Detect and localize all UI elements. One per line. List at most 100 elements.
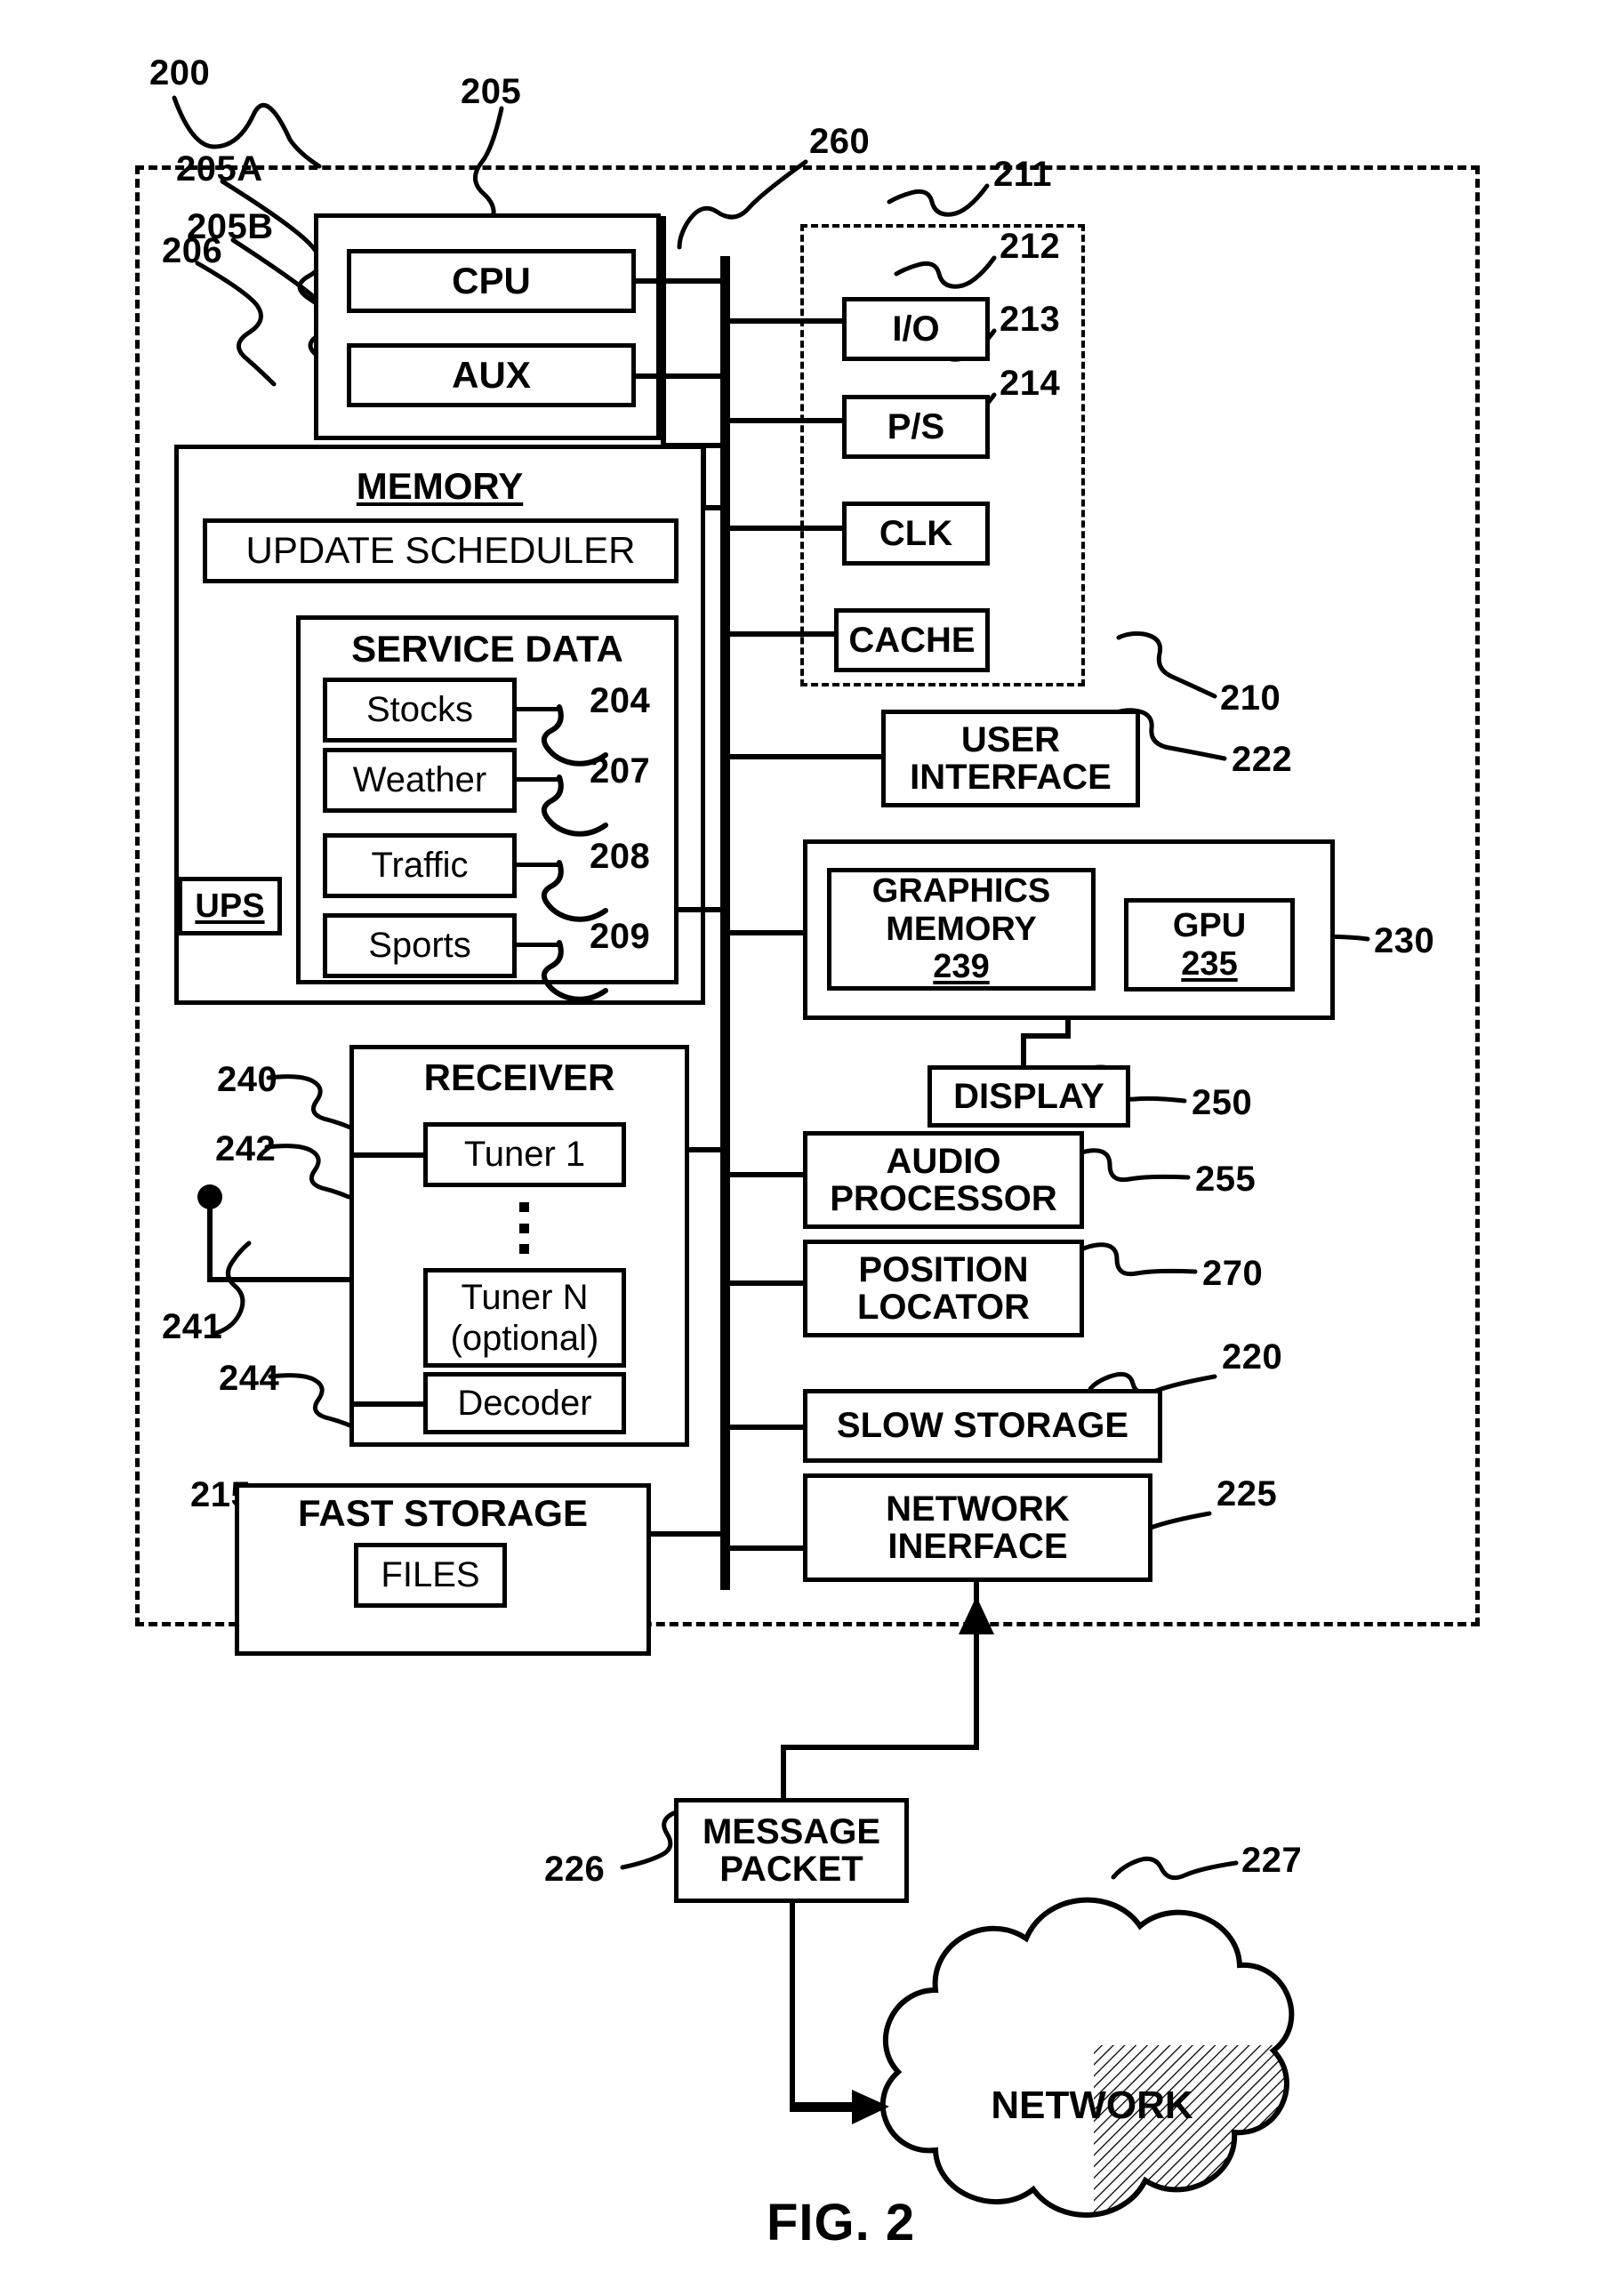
ref-255: 255 [1195,1160,1257,1199]
memory-title: MEMORY [356,465,524,507]
files-block[interactable]: FILES [354,1543,507,1608]
display-block[interactable]: DISPLAY [927,1065,1130,1128]
clk-block[interactable]: CLK [842,502,990,566]
gpu-label: GPU [1172,906,1247,944]
packet-to-network-v [790,1903,795,2107]
decoder-block[interactable]: Decoder [423,1372,626,1434]
ref-230: 230 [1374,921,1435,960]
service-item-stocks-label: Stocks [365,690,474,730]
packet-to-ni-v [974,1634,979,1748]
aux-label: AUX [452,353,531,396]
user-interface-block[interactable]: USER INTERFACE [881,710,1140,807]
ref-244: 244 [219,1359,280,1398]
graphics-memory-line2: MEMORY [886,910,1037,948]
ni-to-packet-v [974,1582,979,1627]
ref-226: 226 [544,1850,606,1889]
service-data-title: SERVICE DATA [351,628,623,670]
bus-stub-network [727,1545,803,1551]
ref-222: 222 [1232,740,1293,779]
service-item-weather[interactable]: Weather [323,748,517,813]
fast-storage-title: FAST STORAGE [298,1492,588,1534]
audio-processor-line1: AUDIO [886,1141,1001,1181]
graphics-memory-line1: GRAPHICS [871,872,1051,911]
network-interface-block[interactable]: NETWORK INERFACE [803,1473,1152,1582]
position-locator-block[interactable]: POSITION LOCATOR [803,1240,1084,1337]
ps-label: P/S [887,406,945,446]
network-interface-line2: INERFACE [887,1527,1068,1566]
io-block[interactable]: I/O [842,297,990,361]
graphics-memory-number: 239 [933,948,990,986]
antenna-lead-h [207,1277,351,1282]
ref-210: 210 [1220,678,1281,718]
service-item-stocks[interactable]: Stocks [323,678,517,743]
position-locator-line1: POSITION [858,1249,1029,1289]
figure-caption: FIG. 2 [767,2194,916,2252]
bus-stub-processor [661,216,666,447]
display-label: DISPLAY [953,1076,1104,1116]
service-item-weather-label: Weather [352,760,487,800]
user-interface-line2: INTERFACE [910,758,1112,797]
ref-211: 211 [993,155,1053,194]
antenna-node-icon [197,1184,222,1209]
tunerN-line1: Tuner N [461,1278,589,1317]
ups-block[interactable]: UPS [178,877,282,935]
update-scheduler-block[interactable]: UPDATE SCHEDULER [203,518,679,583]
bus-stub-slow [727,1425,803,1430]
bus-stub-processor-h [661,443,725,448]
graphics-display-connector-h [1021,1033,1071,1039]
ref-270: 270 [1202,1254,1264,1293]
antenna-lead-v [207,1205,213,1281]
tick-stocks [517,707,559,711]
ps-block[interactable]: P/S [842,395,990,459]
ref-220: 220 [1222,1337,1283,1377]
bus-stub-faststorage [649,1531,727,1537]
ref-227: 227 [1241,1841,1303,1880]
ref-241: 241 [162,1307,223,1346]
ref-204: 204 [590,681,651,720]
ref-209: 209 [590,917,651,956]
ref-207: 207 [590,751,651,791]
ref-205A: 205A [176,149,263,189]
tuner1-label: Tuner 1 [463,1135,586,1175]
receiver-title: RECEIVER [423,1056,615,1098]
io-label: I/O [892,309,940,349]
cpu-block[interactable]: CPU [347,249,636,313]
user-interface-line1: USER [960,719,1061,759]
message-packet-line1: MESSAGE [702,1811,881,1851]
position-locator-line2: LOCATOR [856,1288,1031,1327]
ref-242: 242 [215,1129,277,1168]
gpu-block[interactable]: GPU 235 [1124,898,1295,991]
tuner1-block[interactable]: Tuner 1 [423,1122,626,1187]
message-packet-block[interactable]: MESSAGE PACKET [674,1798,909,1903]
decoder-stub [353,1401,426,1407]
bus-stub-servicedata [679,907,727,912]
service-item-sports[interactable]: Sports [323,913,517,978]
service-item-traffic[interactable]: Traffic [323,833,517,898]
graphics-display-connector-v2 [1021,1033,1026,1067]
bus-stub-graphics [727,930,803,935]
ref-260: 260 [809,122,871,161]
aux-block[interactable]: AUX [347,343,636,407]
bus-stub-ui [727,754,881,759]
slow-storage-label: SLOW STORAGE [836,1406,1129,1446]
tick-sports [517,943,559,947]
gpu-number: 235 [1181,944,1238,983]
bus-stub-memory-v [701,447,706,510]
bus-stub-audio [727,1172,803,1177]
slow-storage-block[interactable]: SLOW STORAGE [803,1389,1162,1463]
bus-stub-memory [703,505,727,510]
service-item-traffic-label: Traffic [371,846,469,886]
cache-block[interactable]: CACHE [834,608,990,672]
ups-label: UPS [195,887,265,925]
cpu-label: CPU [452,259,531,301]
tunerN-block[interactable]: Tuner N (optional) [423,1268,626,1368]
system-bus [720,256,730,1590]
ref-200: 200 [149,53,211,92]
graphics-memory-block[interactable]: GRAPHICS MEMORY 239 [827,868,1096,991]
network-interface-line1: NETWORK [886,1489,1070,1529]
bus-stub-cpu [636,278,723,284]
ref-225: 225 [1217,1474,1278,1513]
update-scheduler-label: UPDATE SCHEDULER [245,529,636,572]
files-label: FILES [381,1555,480,1595]
audio-processor-block[interactable]: AUDIO PROCESSOR [803,1131,1084,1229]
